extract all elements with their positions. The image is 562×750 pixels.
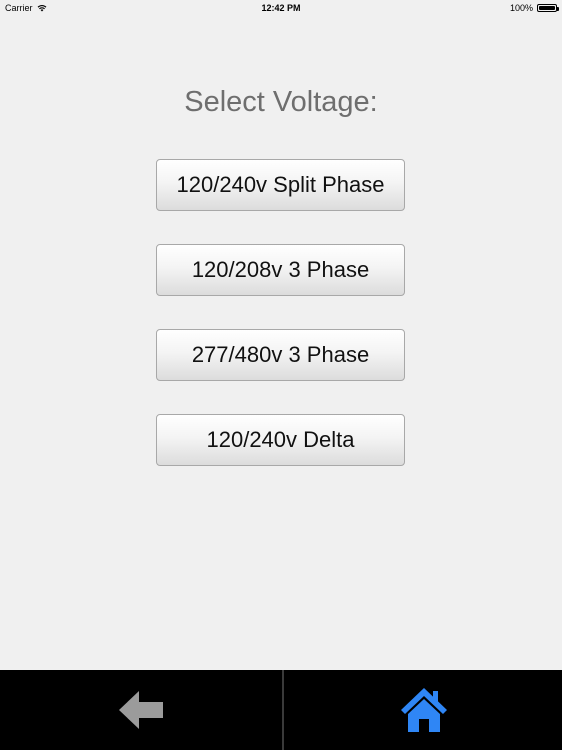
status-bar: Carrier 12:42 PM 100% — [0, 0, 562, 16]
voltage-option-480-3-phase-button[interactable]: 277/480v 3 Phase — [156, 329, 405, 381]
screen: Carrier 12:42 PM 100% Select Voltage: 12… — [0, 0, 562, 750]
voltage-option-split-phase-button[interactable]: 120/240v Split Phase — [156, 159, 405, 211]
status-time: 12:42 PM — [261, 3, 301, 13]
status-right: 100% — [509, 3, 559, 13]
voltage-option-delta-button[interactable]: 120/240v Delta — [156, 414, 405, 466]
back-button[interactable] — [0, 670, 281, 750]
battery-tip — [557, 7, 559, 11]
voltage-option-208-3-phase-button[interactable]: 120/208v 3 Phase — [156, 244, 405, 296]
back-arrow-icon — [118, 691, 163, 729]
home-button[interactable] — [283, 670, 562, 750]
home-icon — [400, 688, 447, 732]
page-title: Select Voltage: — [184, 86, 378, 118]
battery-icon — [537, 4, 559, 12]
battery-fill — [539, 6, 555, 10]
battery-percent: 100% — [509, 3, 533, 13]
bottom-nav-bar — [0, 670, 562, 750]
